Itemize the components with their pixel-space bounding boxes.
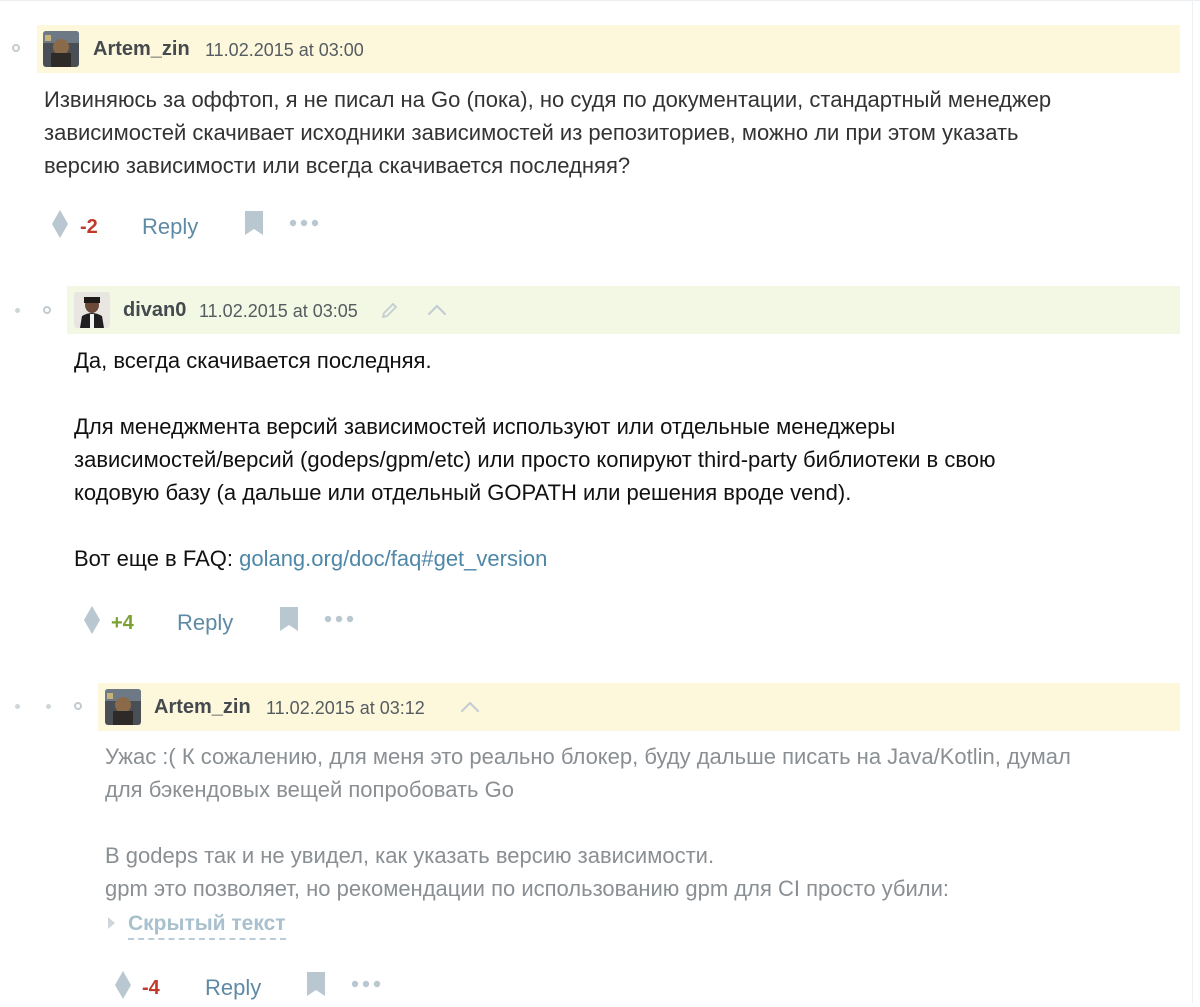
comment-header: Artem_zin 11.02.2015 at 03:12	[98, 683, 1180, 731]
vote-score: -2	[80, 216, 98, 238]
body-line: Да, всегда скачивается последняя.	[74, 348, 432, 373]
bookmark-icon[interactable]	[306, 971, 326, 997]
vote-score: +4	[111, 612, 134, 634]
spoiler-label: Скрытый текст	[128, 912, 286, 940]
vote-score: -4	[142, 977, 160, 999]
thread-indicator	[46, 704, 51, 709]
author-name[interactable]: Artem_zin	[154, 695, 251, 719]
comment-date[interactable]: 11.02.2015 at 03:00	[205, 39, 364, 61]
avatar[interactable]	[74, 292, 110, 328]
faq-line: Вот еще в FAQ: golang.org/doc/faq#get_ve…	[74, 542, 996, 575]
faq-link[interactable]: golang.org/doc/faq#get_version	[239, 546, 547, 571]
right-divider	[1192, 0, 1193, 1003]
edit-icon[interactable]	[380, 300, 400, 320]
body-line: для бэкендовых вещей попробовать Go	[105, 777, 514, 802]
more-icon[interactable]	[324, 615, 354, 623]
comment-body: Ужас :( К сожалению, для меня это реальн…	[105, 740, 1071, 905]
comment-date[interactable]: 11.02.2015 at 03:12	[266, 697, 425, 719]
avatar[interactable]	[43, 31, 79, 67]
parent-up-icon[interactable]	[427, 303, 447, 317]
thread-indicator	[15, 308, 20, 313]
bookmark-icon[interactable]	[279, 606, 299, 632]
comment-actions: -4 Reply	[113, 967, 413, 1007]
bookmark-icon[interactable]	[244, 210, 264, 236]
body-line: кодовую базу (а дальше или отдельный GOP…	[74, 480, 852, 505]
author-name[interactable]: Artem_zin	[93, 37, 190, 61]
vote-icon[interactable]	[113, 967, 133, 1003]
body-line: gpm это позволяет, но рекомендации по ис…	[105, 876, 950, 901]
body-line: версию зависимости или всегда скачиваетс…	[44, 153, 631, 178]
reply-button[interactable]: Reply	[177, 610, 233, 636]
comment-actions: -2 Reply	[50, 206, 350, 246]
comment-header: divan0 11.02.2015 at 03:05	[67, 286, 1180, 334]
author-name[interactable]: divan0	[123, 298, 186, 322]
vote-icon[interactable]	[82, 602, 102, 638]
thread-indicator[interactable]	[12, 44, 20, 52]
thread-indicator[interactable]	[43, 306, 51, 314]
thread-indicator	[15, 704, 20, 709]
faq-prefix: Вот еще в FAQ:	[74, 546, 240, 571]
comment-body: Извиняюсь за оффтоп, я не писал на Go (п…	[44, 83, 1051, 182]
more-icon[interactable]	[289, 219, 319, 227]
body-line: Для менеджмента версий зависимостей испо…	[74, 414, 896, 439]
avatar[interactable]	[105, 689, 141, 725]
body-line: зависимостей/версий (godeps/gpm/etc) или…	[74, 447, 996, 472]
reply-button[interactable]: Reply	[205, 975, 261, 1001]
spoiler-toggle[interactable]: Скрытый текст	[108, 912, 286, 940]
thread-indicator[interactable]	[74, 702, 82, 710]
spoiler-triangle-icon	[108, 917, 115, 929]
comment-body: Да, всегда скачивается последняя. Для ме…	[74, 344, 996, 575]
body-line: Извиняюсь за оффтоп, я не писал на Go (п…	[44, 87, 1052, 112]
body-line: Ужас :( К сожалению, для меня это реальн…	[105, 744, 1071, 769]
reply-button[interactable]: Reply	[142, 214, 198, 240]
body-line: зависимостей скачивает исходники зависим…	[44, 120, 1019, 145]
top-divider	[0, 0, 1200, 1]
more-icon[interactable]	[351, 980, 381, 988]
comment-header: Artem_zin 11.02.2015 at 03:00	[37, 25, 1180, 73]
body-line: В godeps так и не увидел, как указать ве…	[105, 843, 715, 868]
comment-date[interactable]: 11.02.2015 at 03:05	[199, 300, 358, 322]
vote-icon[interactable]	[50, 206, 70, 242]
comment-actions: +4 Reply	[82, 602, 382, 642]
parent-up-icon[interactable]	[460, 700, 480, 714]
